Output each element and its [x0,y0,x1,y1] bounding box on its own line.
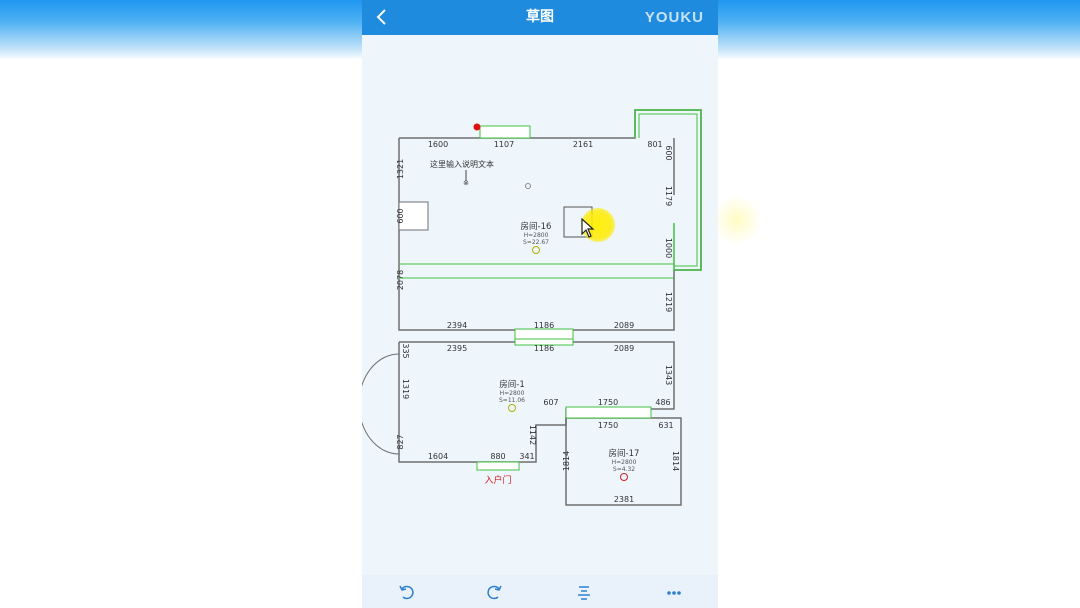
mouse-pointer-icon [581,218,595,238]
room-1-height: H=2800 [500,390,525,397]
center-marker [525,183,531,189]
dim-right-3[interactable]: 1000 [664,238,673,258]
dim-bottom-2[interactable]: 1186 [534,321,554,330]
dim-room1-bottom-3[interactable]: 341 [519,452,534,461]
dim-top-3[interactable]: 2161 [573,140,593,149]
title-bar: 草图 YOUKU [362,0,718,35]
dim-left-3[interactable]: 2078 [396,270,405,290]
dim-room1-left-1[interactable]: 335 [401,343,410,358]
dim-left-1[interactable]: 1321 [396,159,405,179]
dim-room1-right-end[interactable]: 486 [655,398,670,407]
watermark: YOUKU [644,9,704,26]
bottom-toolbar [362,575,718,608]
dim-bottom-1[interactable]: 2394 [447,321,467,330]
dim-room1-bottom-1[interactable]: 1604 [428,452,448,461]
dim-left-2[interactable]: 600 [396,208,405,223]
dim-room17-left[interactable]: 1814 [562,451,571,471]
room-16-height: H=2800 [524,232,549,239]
undo-icon [399,585,414,600]
vertex-marker[interactable] [473,123,481,131]
dim-top-4[interactable]: 801 [647,140,662,149]
room-1-area: S=11.06 [499,397,525,404]
redo-button[interactable] [484,581,506,603]
align-icon [578,586,590,600]
redo-icon [487,585,502,600]
dim-room17-top-1[interactable]: 1750 [598,421,618,430]
room-16-area: S=22.67 [523,239,549,246]
room-17-area: S=4.32 [613,466,635,473]
room-1-name[interactable]: 房间-1 [499,379,524,390]
dim-top-2[interactable]: 1107 [494,140,514,149]
align-button[interactable] [573,581,595,603]
more-button[interactable] [663,581,685,603]
annotation-text[interactable]: 这里输入说明文本 [430,159,494,169]
dim-room1-bottom-2[interactable]: 880 [490,452,505,461]
floor-plan[interactable]: ⊗ 这里输入说明文本 房间-16 H=2800 S=22.67 1600 110… [358,35,718,575]
dim-room17-bottom[interactable]: 2381 [614,495,634,504]
room-17-marker-icon[interactable] [620,473,628,481]
dim-room1-step[interactable]: 607 [543,398,558,407]
entrance-door-label[interactable]: 入户门 [484,474,511,486]
floor-plan-canvas[interactable]: ⊗ 这里输入说明文本 房间-16 H=2800 S=22.67 1600 110… [358,35,718,575]
more-icon [667,591,681,595]
room-16-name[interactable]: 房间-16 [521,221,552,232]
light-glow [712,195,762,245]
dim-room1-inner[interactable]: 1142 [528,425,537,445]
dim-room1-top-1[interactable]: 2395 [447,344,467,353]
dim-room1-right[interactable]: 1343 [664,365,673,385]
dim-room17-top-2[interactable]: 631 [658,421,673,430]
dim-right-1[interactable]: 600 [664,145,673,160]
dim-top-1[interactable]: 1600 [428,140,448,149]
dim-room1-mid[interactable]: 1750 [598,398,618,407]
dim-room1-top-2[interactable]: 1186 [534,344,554,353]
annotation-anchor-icon[interactable]: ⊗ [463,179,469,187]
dim-right-4[interactable]: 1219 [664,292,673,312]
undo-button[interactable] [395,581,417,603]
room-17-name[interactable]: 房间-17 [609,448,640,459]
dim-bottom-3[interactable]: 2089 [614,321,634,330]
room-17-height: H=2800 [612,459,637,466]
dim-room1-left-2[interactable]: 1319 [401,379,410,399]
dim-room1-left-3[interactable]: 827 [396,434,405,449]
dim-right-2[interactable]: 1179 [664,186,673,206]
dim-room17-right[interactable]: 1814 [671,451,680,471]
dim-room1-top-3[interactable]: 2089 [614,344,634,353]
room-16-marker-icon[interactable] [532,246,540,254]
room-1-marker-icon[interactable] [508,404,516,412]
phone-screen: 草图 YOUKU ⊗ 这里输入说明文本 房间-16 H=2800 S=22.67… [358,0,718,608]
